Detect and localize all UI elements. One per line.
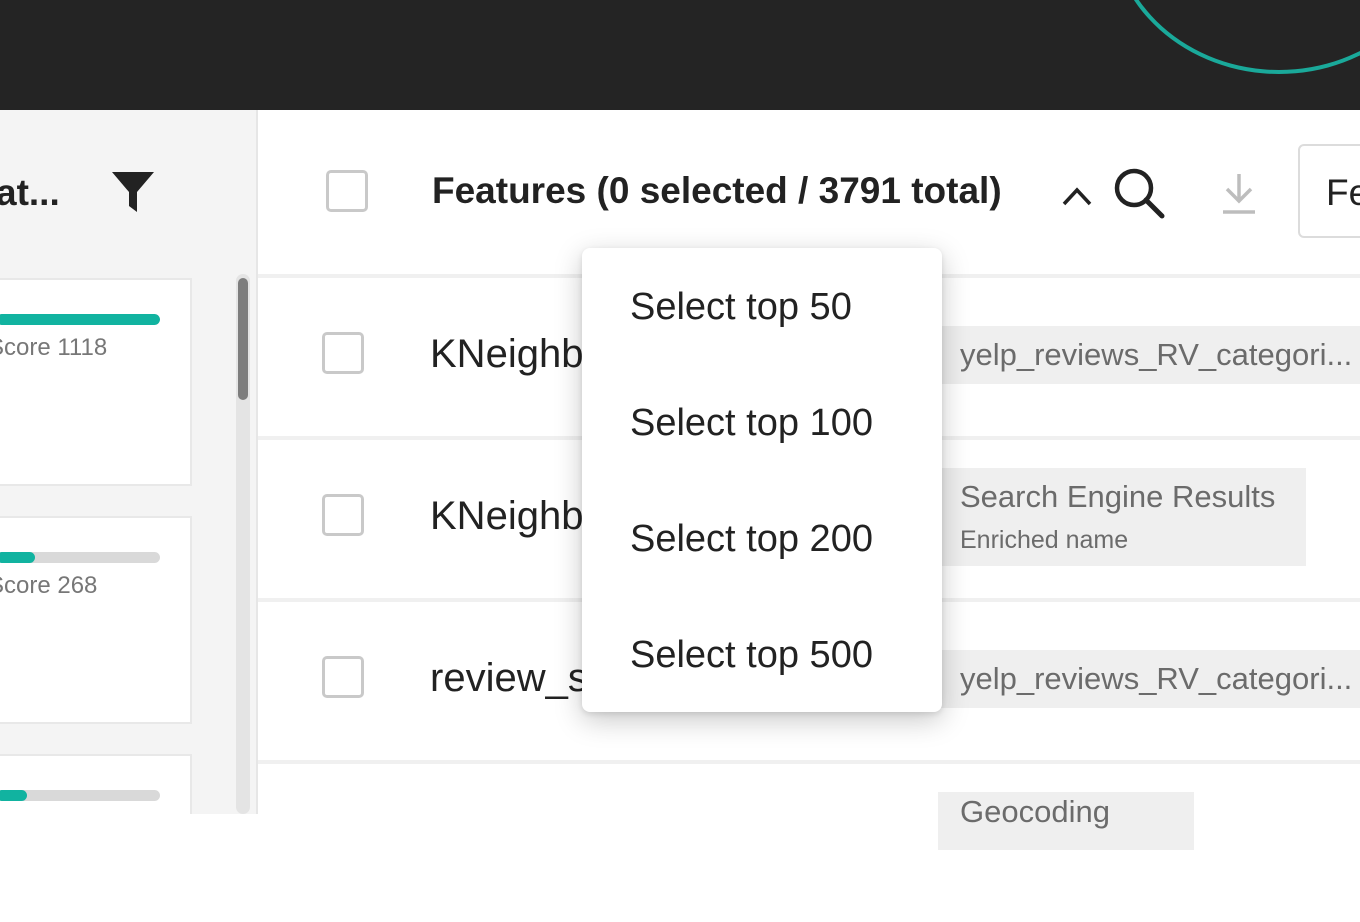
- scrollbar-thumb[interactable]: [238, 278, 248, 400]
- chevron-up-icon[interactable]: [1060, 184, 1094, 208]
- score-card[interactable]: [0, 754, 192, 814]
- select-top-menu: Select top 50 Select top 100 Select top …: [582, 248, 942, 712]
- row-checkbox[interactable]: [322, 494, 364, 536]
- decorative-ring: [1110, 0, 1360, 74]
- left-scrollbar[interactable]: [236, 274, 250, 814]
- table-row[interactable]: Geocoding: [258, 762, 1360, 922]
- search-icon[interactable]: [1112, 166, 1166, 220]
- dataset-tag: Geocoding: [938, 792, 1194, 850]
- score-bar-fill: [0, 790, 28, 801]
- features-title: Features (0 selected / 3791 total): [432, 170, 1002, 211]
- score-label: Score 1118: [0, 334, 108, 361]
- dataset-tag-text: yelp_reviews_RV_categori...: [960, 661, 1353, 696]
- feature-name: KNeighb: [430, 494, 584, 538]
- left-panel: at... Score 1118 Score 268: [0, 110, 258, 814]
- score-bar-fill: [0, 552, 36, 563]
- score-card[interactable]: Score 1118: [0, 278, 192, 486]
- menu-item-select-top-200[interactable]: Select top 200: [630, 518, 873, 561]
- score-bar: [0, 552, 160, 563]
- feature-name: KNeighb: [430, 332, 584, 376]
- score-bar: [0, 790, 160, 801]
- menu-item-select-top-100[interactable]: Select top 100: [630, 402, 873, 445]
- dataset-tag-text: Geocoding: [960, 794, 1110, 829]
- score-label: Score 268: [0, 572, 98, 599]
- feature-name: review_s: [430, 656, 588, 700]
- download-icon[interactable]: [1220, 170, 1258, 216]
- feature-search-box[interactable]: Fe: [1298, 144, 1360, 238]
- dataset-tag-text: yelp_reviews_RV_categori...: [960, 337, 1353, 372]
- dataset-tag-text: Search Engine Results: [960, 479, 1276, 514]
- row-checkbox[interactable]: [322, 656, 364, 698]
- score-bar: [0, 314, 160, 325]
- score-bar-fill: [0, 314, 160, 325]
- dataset-tag: yelp_reviews_RV_categori...: [938, 650, 1360, 708]
- row-checkbox[interactable]: [322, 332, 364, 374]
- feature-search-box-text: Fe: [1326, 172, 1360, 213]
- dataset-tag-subtext: Enriched name: [960, 526, 1129, 554]
- left-panel-title: at...: [0, 172, 60, 213]
- menu-item-select-top-50[interactable]: Select top 50: [630, 286, 852, 329]
- filter-icon[interactable]: [110, 170, 156, 214]
- score-card[interactable]: Score 268: [0, 516, 192, 724]
- select-all-checkbox[interactable]: [326, 170, 368, 212]
- dataset-tag: yelp_reviews_RV_categori...: [938, 326, 1360, 384]
- top-bar: [0, 0, 1360, 110]
- dataset-tag: Search Engine Results Enriched name: [938, 468, 1306, 566]
- menu-item-select-top-500[interactable]: Select top 500: [630, 634, 873, 677]
